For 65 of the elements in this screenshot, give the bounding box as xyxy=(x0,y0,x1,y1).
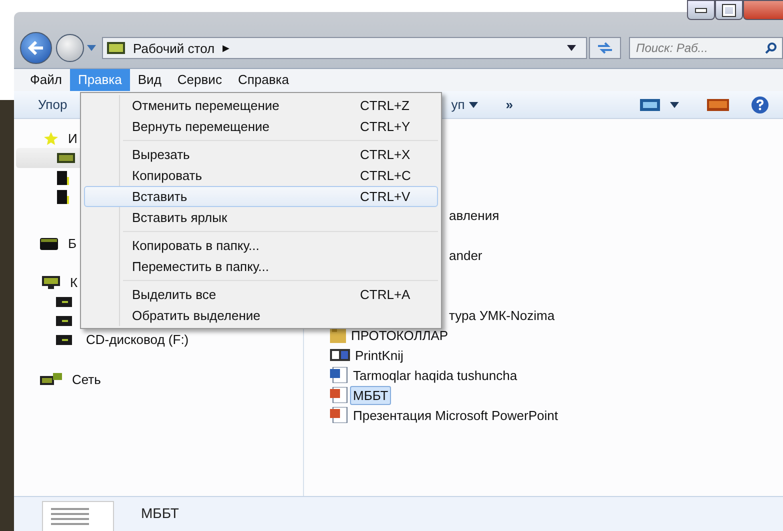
sidebar-item[interactable]: CD-дисковод (F:) xyxy=(86,332,189,347)
presentation-icon xyxy=(330,387,348,403)
menu-item[interactable]: Обратить выделение xyxy=(84,305,438,326)
refresh-icon xyxy=(596,42,614,54)
menu-item[interactable]: Копировать CTRL+C xyxy=(84,165,438,186)
file-name: МББТ xyxy=(141,505,179,521)
file-name[interactable]: тура УМК-Nozima xyxy=(446,306,558,324)
menu-bar-item[interactable]: Справка xyxy=(230,69,297,91)
menu-item[interactable]: Отменить перемещение CTRL+Z xyxy=(84,95,438,116)
document-icon xyxy=(57,170,69,184)
file-name[interactable]: авления xyxy=(446,206,502,224)
view-icon[interactable] xyxy=(640,98,660,110)
dropdown-caret-icon[interactable] xyxy=(567,45,576,51)
sidebar-item[interactable]: Б xyxy=(68,236,77,251)
search-icon xyxy=(765,42,777,54)
presentation-icon xyxy=(330,407,348,423)
slide-thumbnail xyxy=(42,501,114,531)
caret-icon[interactable] xyxy=(670,102,679,108)
drive-icon xyxy=(56,334,72,344)
file-name[interactable]: PrintKnij xyxy=(352,346,406,364)
menu-item[interactable]: Выделить все CTRL+A xyxy=(84,284,438,305)
menu-bar-item[interactable]: Вид xyxy=(130,69,170,91)
minimize-button[interactable] xyxy=(687,0,715,20)
network-icon xyxy=(40,372,62,386)
book-icon xyxy=(330,349,350,361)
menu-item[interactable]: Вставить CTRL+V xyxy=(84,186,438,207)
file-name[interactable]: ПРОТОКОЛЛАР xyxy=(348,326,452,344)
history-caret-icon[interactable] xyxy=(87,45,96,51)
drive-icon xyxy=(56,316,72,326)
menu-bar-item[interactable]: Сервис xyxy=(169,69,230,91)
share-button[interactable]: уп xyxy=(451,97,465,112)
star-icon xyxy=(44,132,58,145)
library-icon xyxy=(40,238,58,250)
preview-pane-icon[interactable] xyxy=(707,98,729,110)
word-document-icon xyxy=(330,367,348,383)
refresh-button[interactable] xyxy=(589,37,621,59)
document-icon xyxy=(57,190,69,204)
desktop-icon xyxy=(57,153,75,163)
sidebar-item[interactable]: Сеть xyxy=(72,372,101,387)
back-button[interactable] xyxy=(20,32,52,64)
search-field[interactable]: Поиск: Раб... xyxy=(629,37,783,59)
menu-item[interactable]: Копировать в папку... xyxy=(84,235,438,256)
sidebar-item[interactable]: И xyxy=(68,131,78,146)
maximize-button[interactable] xyxy=(715,0,743,20)
folder-icon xyxy=(330,327,346,343)
file-name[interactable]: Презентация Microsoft PowerPoint xyxy=(350,406,561,424)
menu-item[interactable]: Вернуть перемещение CTRL+Y xyxy=(84,116,438,137)
sidebar-item[interactable]: К xyxy=(70,275,78,290)
more-button[interactable]: » xyxy=(506,97,513,112)
address-field[interactable]: Рабочий стол ▶ xyxy=(102,37,587,59)
drive-icon xyxy=(56,296,72,306)
menu-item[interactable]: Переместить в папку... xyxy=(84,256,438,277)
file-name[interactable]: Tarmoqlar haqida tushuncha xyxy=(350,366,520,384)
file-name[interactable]: МББТ xyxy=(350,386,392,404)
menu-item[interactable]: Вырезать CTRL+X xyxy=(84,144,438,165)
caret-icon[interactable] xyxy=(468,102,478,108)
menu-bar-item[interactable]: Файл xyxy=(22,69,70,91)
forward-button[interactable] xyxy=(56,34,84,62)
file-name[interactable]: ander xyxy=(446,246,486,264)
menu-item[interactable]: Вставить ярлык xyxy=(84,207,438,228)
organize-button[interactable]: Упор xyxy=(38,97,68,112)
desktop-icon xyxy=(107,42,125,54)
computer-icon xyxy=(42,276,60,289)
back-arrow-icon xyxy=(28,41,44,55)
help-icon[interactable] xyxy=(751,96,769,114)
